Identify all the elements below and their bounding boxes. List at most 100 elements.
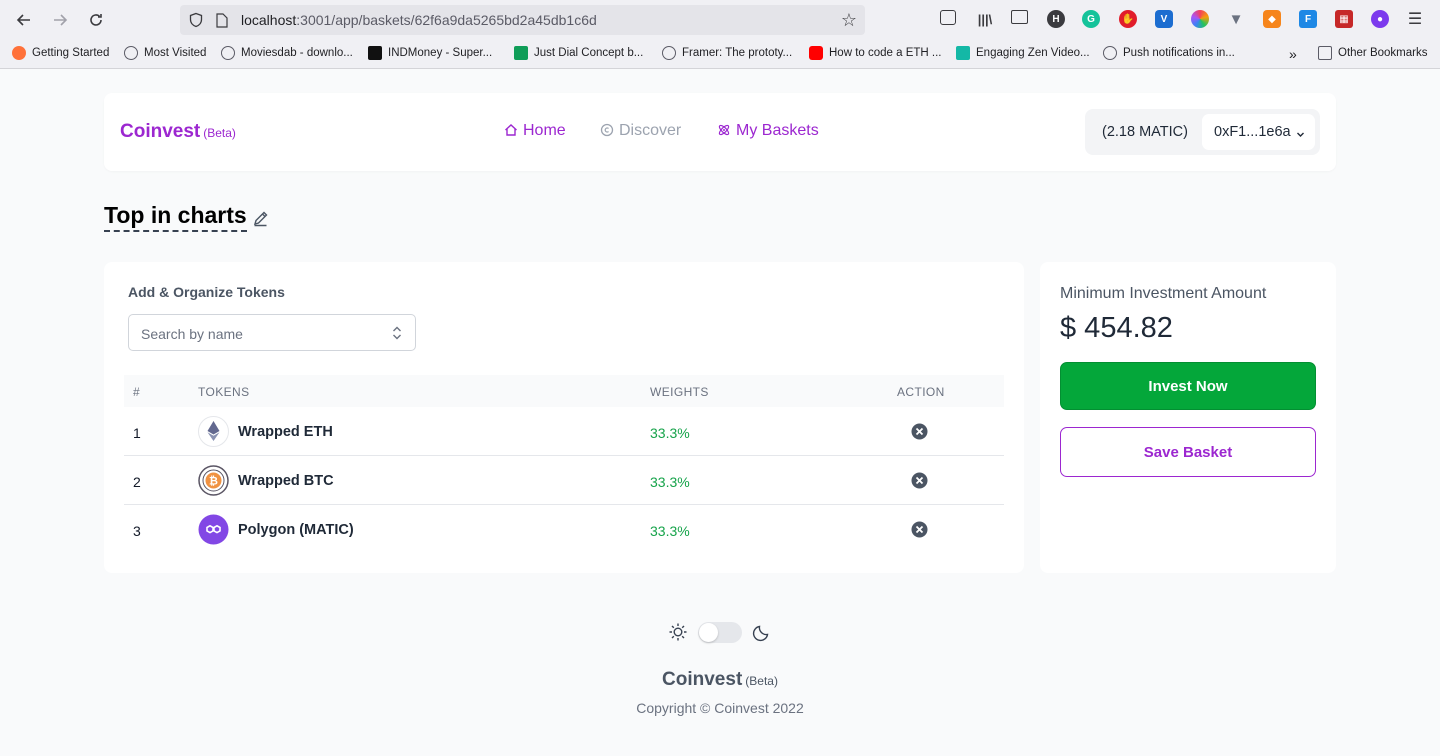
url-text[interactable]: localhost:3001/app/baskets/62f6a9da5265b… [241,12,597,28]
copyright-text: Copyright © Coinvest 2022 [636,700,804,716]
wallet-widget: (2.18 MATIC) 0xF1...1e6a [1085,109,1320,155]
globe-icon [221,46,235,60]
svg-text:₿: ₿ [209,475,218,488]
page-icon [215,13,229,33]
theme-switcher [668,622,778,644]
remove-token-icon[interactable] [911,423,928,440]
column-header: TOKENS [198,385,250,399]
sheets-icon [514,46,528,60]
token-search-select[interactable]: Search by name [128,314,416,351]
home-icon [504,123,518,140]
browser-chrome: localhost:3001/app/baskets/62f6a9da5265b… [0,0,1440,69]
column-header: # [133,385,141,399]
metamask-icon[interactable]: ◆ [1263,10,1281,28]
reload-icon[interactable] [84,8,108,32]
bookmark-item[interactable]: Just Dial Concept b... [514,46,643,60]
pocket-icon[interactable] [940,10,956,25]
shield-extension-icon[interactable]: V [1155,10,1173,28]
bookmark-item[interactable]: Most Visited [124,46,206,60]
nav-home[interactable]: Home [504,122,566,140]
bookmark-item[interactable]: Push notifications in... [1103,46,1235,60]
bookmark-item[interactable]: Engaging Zen Video... [956,46,1090,60]
wallet-balance: (2.18 MATIC) [1102,124,1188,140]
row-number: 2 [133,474,141,490]
app-navbar: Coinvest (Beta) Home Discover My Baskets … [104,93,1336,171]
remove-token-icon[interactable] [911,472,928,489]
folder-icon [1318,46,1332,60]
firefox-icon [12,46,26,60]
wallet-address-dropdown[interactable]: 0xF1...1e6a [1202,114,1315,150]
table-row: 3 Polygon (MATIC) 33.3% [124,505,1004,554]
color-picker-icon[interactable] [1191,10,1209,28]
back-icon[interactable] [12,8,36,32]
brand-logo[interactable]: Coinvest (Beta) [120,121,236,143]
other-bookmarks[interactable]: Other Bookmarks [1318,46,1427,60]
shield-icon[interactable] [188,12,204,33]
invest-now-button[interactable]: Invest Now [1060,362,1316,410]
bookmark-item[interactable]: Moviesdab - downlo... [221,46,353,60]
tokens-card: Add & Organize Tokens Search by name # T… [104,262,1024,573]
bookmark-item[interactable]: Getting Started [12,46,109,60]
section-label: Add & Organize Tokens [128,284,285,300]
more-bookmarks-icon[interactable]: » [1289,46,1297,62]
adblock-icon[interactable]: ✋ [1119,10,1137,28]
nav-my-baskets[interactable]: My Baskets [717,122,819,140]
token-name: Wrapped ETH [238,424,333,440]
vee-icon[interactable]: ▼ [1227,10,1245,28]
discover-icon [600,123,614,140]
gear-icon [124,46,138,60]
fl-extension-icon[interactable]: F [1299,10,1317,28]
btc-icon: ₿ [198,465,229,496]
column-header: ACTION [897,385,945,399]
moon-icon [752,622,772,647]
table-row: 2 ₿ Wrapped BTC 33.3% [124,456,1004,505]
token-name: Wrapped BTC [238,473,334,489]
zen-icon [956,46,970,60]
table-header: # TOKENS WEIGHTS ACTION [124,375,1004,407]
library-icon[interactable]: |||\ [976,10,994,28]
address-bar[interactable]: localhost:3001/app/baskets/62f6a9da5265b… [180,5,865,35]
indmoney-icon [368,46,382,60]
token-name: Polygon (MATIC) [238,522,354,538]
chevron-down-icon [1296,127,1305,143]
bookmarks-bar: Getting Started Most Visited Moviesdab -… [0,42,1440,66]
min-investment-value: $ 454.82 [1060,312,1173,344]
table-row: 1 Wrapped ETH 33.3% [124,407,1004,456]
token-weight: 33.3% [650,425,690,441]
wallet-extension-icon[interactable]: ● [1371,10,1389,28]
bookmark-item[interactable]: INDMoney - Super... [368,46,492,60]
browser-toolbar: localhost:3001/app/baskets/62f6a9da5265b… [0,0,1440,40]
theme-toggle[interactable] [698,622,742,643]
save-basket-button[interactable]: Save Basket [1060,427,1316,477]
h-extension-icon[interactable]: H [1047,10,1065,28]
globe-icon [1103,46,1117,60]
nav-discover[interactable]: Discover [600,122,681,140]
invest-card: Minimum Investment Amount $ 454.82 Inves… [1040,262,1336,573]
pencil-icon[interactable] [252,210,269,232]
basket-title[interactable]: Top in charts [104,202,247,232]
eth-icon [198,416,229,447]
forward-icon[interactable] [48,8,72,32]
min-investment-label: Minimum Investment Amount [1060,285,1267,302]
row-number: 3 [133,523,141,539]
token-weight: 33.3% [650,523,690,539]
sun-icon [668,622,688,647]
bookmark-item[interactable]: Framer: The prototy... [662,46,792,60]
column-header: WEIGHTS [650,385,709,399]
globe-icon [662,46,676,60]
sidebar-icon[interactable] [1011,10,1028,24]
atom-icon [717,123,731,140]
row-number: 1 [133,425,141,441]
token-weight: 33.3% [650,474,690,490]
matic-icon [198,514,229,545]
menu-icon[interactable]: ☰ [1406,10,1424,28]
youtube-icon [809,46,823,60]
grammarly-icon[interactable]: G [1082,10,1100,28]
remove-token-icon[interactable] [911,521,928,538]
selector-icon [391,324,403,347]
search-placeholder: Search by name [141,326,243,342]
bookmark-star-icon[interactable]: ☆ [841,10,857,31]
game-extension-icon[interactable]: ▦ [1335,10,1353,28]
bookmark-item[interactable]: How to code a ETH ... [809,46,942,60]
wallet-address: 0xF1...1e6a [1214,124,1291,140]
